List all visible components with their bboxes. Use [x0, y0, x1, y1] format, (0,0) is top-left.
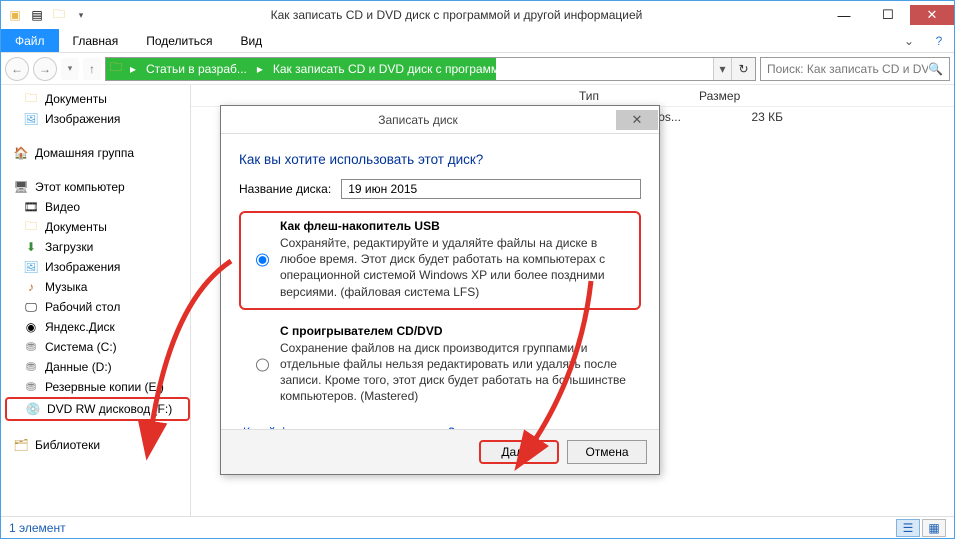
search-icon: 🔍 [928, 62, 943, 76]
option-cd-group: С проигрывателем CD/DVD Сохранение файло… [239, 316, 641, 415]
homegroup-icon: 🏠 [13, 145, 29, 161]
breadcrumb-seg-1[interactable]: Статьи в разраб... [140, 58, 253, 80]
option-cd-desc: Сохранение файлов на диск производится г… [280, 340, 629, 405]
column-headers: Тип Размер [191, 85, 954, 107]
dialog-close-button[interactable]: ✕ [616, 110, 658, 130]
tree-item-thispc[interactable]: 🖥Этот компьютер [5, 177, 190, 197]
cancel-button[interactable]: Отмена [567, 440, 647, 464]
view-icons-button[interactable]: ▦ [922, 519, 946, 537]
ribbon: Файл Главная Поделиться Вид ⌄ ? [1, 29, 954, 53]
tree-item-libraries[interactable]: 🗂Библиотеки [5, 435, 190, 455]
breadcrumb-sep-icon[interactable]: ▸ [253, 58, 267, 80]
burn-disc-dialog: Записать диск ✕ Как вы хотите использова… [220, 105, 660, 475]
yadisk-icon: ◉ [23, 319, 39, 335]
search-placeholder: Поиск: Как записать CD и DV... [767, 62, 928, 76]
downloads-icon: ⬇ [23, 239, 39, 255]
folder-icon: 🗀 [23, 219, 39, 235]
tree-item-pictures[interactable]: 🖼Изображения [5, 109, 190, 129]
breadcrumb-seg-2[interactable]: Как записать CD и DVD диск с программой … [267, 58, 496, 80]
tab-view[interactable]: Вид [226, 29, 276, 52]
next-button[interactable]: Далее [479, 440, 559, 464]
desktop-icon: 🖵 [23, 299, 39, 315]
tree-item-yandexdisk[interactable]: ◉Яндекс.Диск [5, 317, 190, 337]
option-usb-title: Как флеш-накопитель USB [280, 219, 440, 233]
tree-item-drive-d[interactable]: ⛃Данные (D:) [5, 357, 190, 377]
tab-home[interactable]: Главная [59, 29, 133, 52]
pictures-icon: 🖼 [23, 111, 39, 127]
disc-label-label: Название диска: [239, 182, 331, 196]
dialog-buttons: Далее Отмена [221, 429, 659, 474]
folder-icon: 🗀 [23, 91, 39, 107]
help-icon[interactable]: ? [924, 29, 954, 52]
tree-item-drive-c[interactable]: ⛃Система (C:) [5, 337, 190, 357]
dialog-title: Записать диск [221, 113, 615, 127]
dialog-titlebar: Записать диск ✕ [221, 106, 659, 134]
drive-icon: ⛃ [23, 359, 39, 375]
col-type[interactable]: Тип [571, 89, 691, 103]
quick-access-toolbar: ▣ ▤ 🗀 ▾ [5, 5, 91, 25]
qat-properties-icon[interactable]: ▤ [27, 5, 47, 25]
col-size[interactable]: Размер [691, 89, 791, 103]
computer-icon: 🖥 [13, 179, 29, 195]
option-cd[interactable]: С проигрывателем CD/DVD Сохранение файло… [251, 324, 629, 405]
address-dropdown-icon[interactable]: ▾ [713, 58, 731, 80]
statusbar: 1 элемент ☰ ▦ [1, 516, 954, 538]
tree-item-music[interactable]: ♪Музыка [5, 277, 190, 297]
tree-item-documents2[interactable]: 🗀Документы [5, 217, 190, 237]
view-details-button[interactable]: ☰ [896, 519, 920, 537]
nav-up-button[interactable]: ↑ [83, 58, 101, 80]
window-title: Как записать CD и DVD диск с программой … [91, 8, 822, 22]
tree-item-dvd-f[interactable]: 💿DVD RW дисковод (F:) [5, 397, 190, 421]
tab-file[interactable]: Файл [1, 29, 59, 52]
option-usb-desc: Сохраняйте, редактируйте и удаляйте файл… [280, 235, 629, 300]
dvd-icon: 💿 [25, 401, 41, 417]
titlebar: ▣ ▤ 🗀 ▾ Как записать CD и DVD диск с про… [1, 1, 954, 29]
breadcrumb-folder-icon: 🗀 [106, 58, 126, 80]
option-cd-radio[interactable] [256, 325, 269, 405]
option-usb-group: Как флеш-накопитель USB Сохраняйте, реда… [239, 211, 641, 310]
status-count: 1 элемент [9, 521, 66, 535]
qat-newfolder-icon[interactable]: 🗀 [49, 5, 69, 25]
tree-item-desktop[interactable]: 🖵Рабочий стол [5, 297, 190, 317]
dialog-body: Как вы хотите использовать этот диск? На… [221, 134, 659, 429]
ribbon-expand-icon[interactable]: ⌄ [894, 29, 924, 52]
option-usb[interactable]: Как флеш-накопитель USB Сохраняйте, реда… [251, 219, 629, 300]
maximize-button[interactable]: ☐ [866, 5, 910, 25]
minimize-button[interactable]: — [822, 5, 866, 25]
tree-item-pictures2[interactable]: 🖼Изображения [5, 257, 190, 277]
nav-tree: 🗀Документы 🖼Изображения 🏠Домашняя группа… [1, 85, 191, 516]
nav-back-button[interactable]: ← [5, 57, 29, 81]
refresh-button[interactable]: ↻ [731, 58, 755, 80]
dialog-heading: Как вы хотите использовать этот диск? [239, 152, 641, 167]
window-buttons: — ☐ ✕ [822, 5, 954, 25]
tree-item-drive-e[interactable]: ⛃Резервные копии (E:) [5, 377, 190, 397]
navbar: ← → ▾ ↑ 🗀 ▸ Статьи в разраб... ▸ Как зап… [1, 53, 954, 85]
disc-label-input[interactable] [341, 179, 641, 199]
option-cd-title: С проигрывателем CD/DVD [280, 324, 443, 338]
option-usb-radio[interactable] [256, 220, 269, 300]
breadcrumb-sep-icon[interactable]: ▸ [126, 58, 140, 80]
close-button[interactable]: ✕ [910, 5, 954, 25]
libraries-icon: 🗂 [13, 437, 29, 453]
file-size: 23 КБ [691, 110, 791, 124]
tree-item-homegroup[interactable]: 🏠Домашняя группа [5, 143, 190, 163]
music-icon: ♪ [23, 279, 39, 295]
video-icon: 🎞 [23, 199, 39, 215]
explorer-window: ▣ ▤ 🗀 ▾ Как записать CD и DVD диск с про… [0, 0, 955, 539]
drive-icon: ⛃ [23, 339, 39, 355]
pictures-icon: 🖼 [23, 259, 39, 275]
search-input[interactable]: Поиск: Как записать CD и DV... 🔍 [760, 57, 950, 81]
drive-icon: ⛃ [23, 379, 39, 395]
tree-item-downloads[interactable]: ⬇Загрузки [5, 237, 190, 257]
qat-dropdown-icon[interactable]: ▾ [71, 5, 91, 25]
app-icon: ▣ [5, 5, 25, 25]
disc-label-row: Название диска: [239, 179, 641, 199]
nav-recent-dropdown[interactable]: ▾ [61, 58, 79, 80]
tab-share[interactable]: Поделиться [132, 29, 226, 52]
address-bar[interactable]: 🗀 ▸ Статьи в разраб... ▸ Как записать CD… [105, 57, 756, 81]
nav-forward-button[interactable]: → [33, 57, 57, 81]
tree-item-video[interactable]: 🎞Видео [5, 197, 190, 217]
tree-item-documents[interactable]: 🗀Документы [5, 89, 190, 109]
